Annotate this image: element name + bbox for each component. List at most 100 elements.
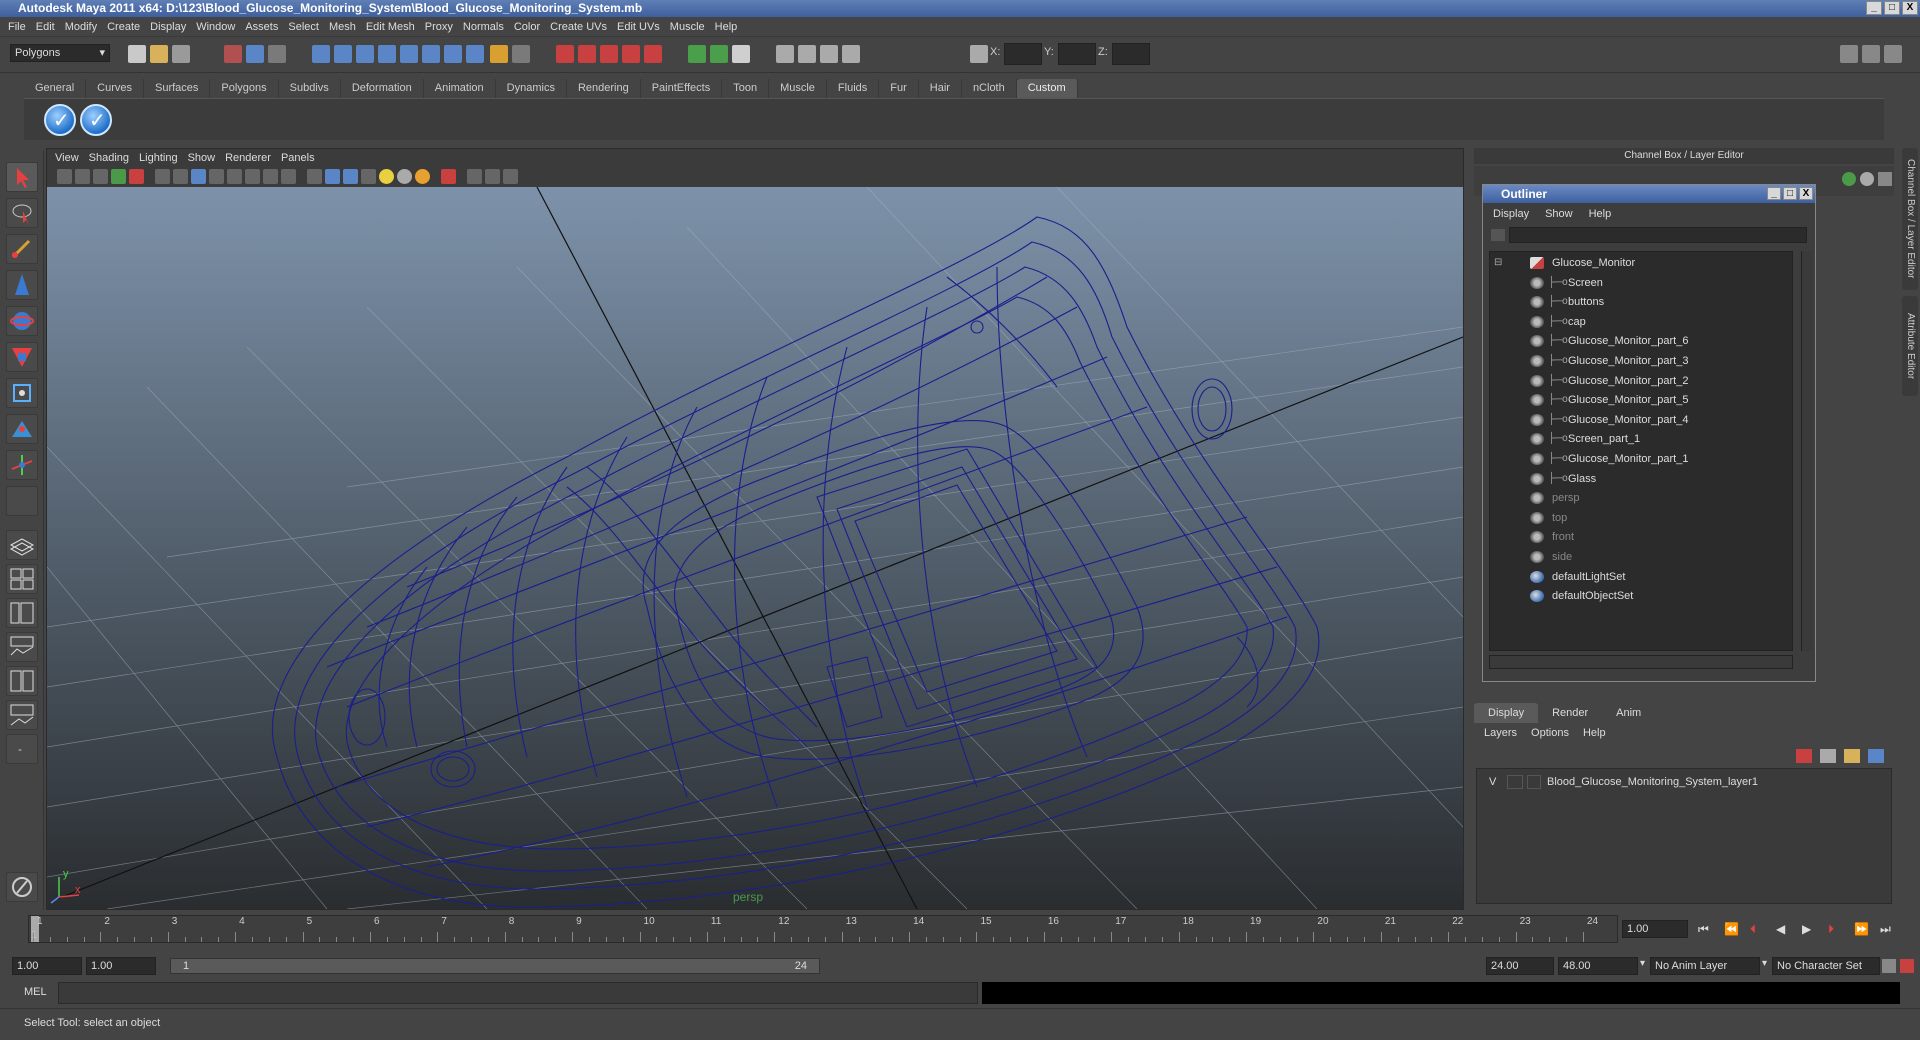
anim-layer-dropdown[interactable]: No Anim Layer [1650, 957, 1760, 975]
outliner-item-side[interactable]: side [1490, 548, 1790, 566]
shelf-tab-custom[interactable]: Custom [1016, 79, 1078, 98]
custom-shelf-button-2[interactable] [80, 104, 112, 136]
outliner-item-glucose-monitor-part-2[interactable]: ├─o Glucose_Monitor_part_2 [1490, 372, 1790, 390]
smooth-shade-icon[interactable] [325, 169, 340, 184]
menu-proxy[interactable]: Proxy [423, 21, 461, 33]
menu-muscle[interactable]: Muscle [668, 21, 713, 33]
shadows-icon[interactable] [415, 169, 430, 184]
toggle-channel-box-icon[interactable] [1884, 45, 1902, 63]
key-icon[interactable] [1882, 959, 1896, 973]
wireframe-on-shaded-icon[interactable] [343, 169, 358, 184]
collapse-toggle-icon[interactable]: ⊟ [1494, 254, 1502, 272]
layer-color-swatch[interactable] [1527, 775, 1541, 789]
camera-tool-icon[interactable] [776, 45, 794, 63]
channel-options-icon[interactable] [1878, 172, 1892, 186]
lasso-tool-icon[interactable] [6, 198, 38, 228]
arnold-tool-icon[interactable] [6, 872, 38, 902]
menu-assets[interactable]: Assets [243, 21, 286, 33]
outliner-horizontal-scrollbar[interactable] [1489, 655, 1793, 669]
four-pane-layout-icon[interactable] [6, 564, 38, 594]
backface-culling-icon[interactable] [503, 169, 518, 184]
safe-title-icon[interactable] [263, 169, 278, 184]
attribute-tool-icon[interactable] [842, 45, 860, 63]
outliner-vertical-scrollbar[interactable] [1801, 251, 1813, 651]
viewport-menu-lighting[interactable]: Lighting [139, 152, 188, 164]
range-slider[interactable]: 1 24 [170, 958, 820, 974]
render-view-icon[interactable] [644, 45, 662, 63]
play-backwards-icon[interactable]: ◀ [1776, 922, 1785, 936]
glucose-monitor-wireframe[interactable] [271, 216, 1320, 908]
menu-help[interactable]: Help [713, 21, 746, 33]
shelf-tab-surfaces[interactable]: Surfaces [144, 79, 211, 98]
mel-label[interactable]: MEL [24, 986, 47, 998]
make-live-icon[interactable] [400, 45, 418, 63]
outliner-item-screen[interactable]: ├─o Screen [1490, 274, 1790, 292]
outliner-item-glucose-monitor[interactable]: ⊟ Glucose_Monitor [1490, 254, 1790, 272]
isolate-select-icon[interactable] [441, 169, 456, 184]
shelf-tab-animation[interactable]: Animation [424, 79, 496, 98]
select-object-icon[interactable] [246, 45, 264, 63]
hypershade-persp-layout-icon[interactable] [6, 666, 38, 696]
outliner-item-top[interactable]: top [1490, 509, 1790, 527]
layer-tab-display[interactable]: Display [1474, 703, 1539, 723]
snap-grid-icon[interactable] [312, 45, 330, 63]
outliner-item-glass[interactable]: ├─o Glass [1490, 470, 1790, 488]
step-back-key-icon[interactable]: ⏴ [1750, 922, 1756, 937]
animation-start-field[interactable]: 1.00 [12, 957, 82, 975]
maximize-button[interactable]: □ [1884, 1, 1900, 15]
outliner-item-cap[interactable]: ├─o cap [1490, 313, 1790, 331]
shelf-tab-curves[interactable]: Curves [86, 79, 144, 98]
outliner-menu-help[interactable]: Help [1589, 205, 1628, 223]
outliner-item-defaultobjectset[interactable]: defaultObjectSet [1490, 587, 1790, 605]
outliner-minimize-button[interactable]: _ [1767, 187, 1781, 200]
move-layer-down-icon[interactable] [1820, 749, 1836, 763]
outliner-close-button[interactable]: X [1799, 187, 1813, 200]
menu-set-dropdown[interactable]: Polygons ▾ [10, 44, 110, 62]
layer-menu-options[interactable]: Options [1531, 723, 1583, 743]
animation-end-field[interactable]: 48.00 [1558, 957, 1638, 975]
mel-command-input[interactable] [58, 982, 978, 1004]
auto-key-icon[interactable] [1900, 959, 1914, 973]
menu-normals[interactable]: Normals [461, 21, 512, 33]
select-camera-icon[interactable] [57, 169, 72, 184]
camera-attributes-icon[interactable] [93, 169, 108, 184]
lock-camera-icon[interactable] [75, 169, 90, 184]
filter-icon[interactable] [1491, 229, 1505, 241]
layer-tab-anim[interactable]: Anim [1602, 703, 1655, 723]
new-scene-icon[interactable] [128, 45, 146, 63]
go-to-end-icon[interactable]: ⏭ [1880, 922, 1891, 937]
scale-tool-icon[interactable] [6, 342, 38, 372]
layer-menu-layers[interactable]: Layers [1484, 723, 1531, 743]
menu-display[interactable]: Display [148, 21, 194, 33]
shelf-tab-dynamics[interactable]: Dynamics [496, 79, 567, 98]
channel-box-side-tab[interactable]: Channel Box / Layer Editor [1902, 148, 1918, 290]
text-overlay-icon[interactable] [281, 169, 296, 184]
snap-curve-icon[interactable] [334, 45, 352, 63]
toggle-attribute-editor-icon[interactable] [1840, 45, 1858, 63]
layer-menu-help[interactable]: Help [1583, 723, 1620, 743]
chevron-down-icon[interactable]: ▾ [1640, 958, 1645, 969]
help-question-icon[interactable] [466, 45, 484, 63]
shelf-tab-subdivs[interactable]: Subdivs [279, 79, 341, 98]
snap-plane-icon[interactable] [378, 45, 396, 63]
menu-file[interactable]: File [6, 21, 34, 33]
custom-shelf-button-1[interactable] [44, 104, 76, 136]
bookmark-icon[interactable] [111, 169, 126, 184]
viewport-menu-panels[interactable]: Panels [281, 152, 325, 164]
script-editor-icon[interactable] [732, 45, 750, 63]
layer-row[interactable]: V Blood_Glucose_Monitoring_System_layer1 [1477, 773, 1891, 791]
perspective-viewport[interactable]: y x persp [47, 187, 1463, 909]
outliner-persp-layout-icon[interactable] [6, 598, 38, 628]
film-gate-icon[interactable] [173, 169, 188, 184]
new-layer-selected-icon[interactable] [1868, 749, 1884, 763]
safe-action-icon[interactable] [245, 169, 260, 184]
save-scene-icon[interactable] [172, 45, 190, 63]
selection-mask-icon[interactable] [512, 45, 530, 63]
menu-edit-mesh[interactable]: Edit Mesh [364, 21, 423, 33]
ipr-render-icon[interactable] [578, 45, 596, 63]
image-plane-icon[interactable] [129, 169, 144, 184]
playback-end-field[interactable]: 24.00 [1486, 957, 1554, 975]
outliner-item-glucose-monitor-part-6[interactable]: ├─o Glucose_Monitor_part_6 [1490, 332, 1790, 350]
outliner-menu-display[interactable]: Display [1493, 205, 1545, 223]
z-field[interactable] [1112, 43, 1150, 65]
